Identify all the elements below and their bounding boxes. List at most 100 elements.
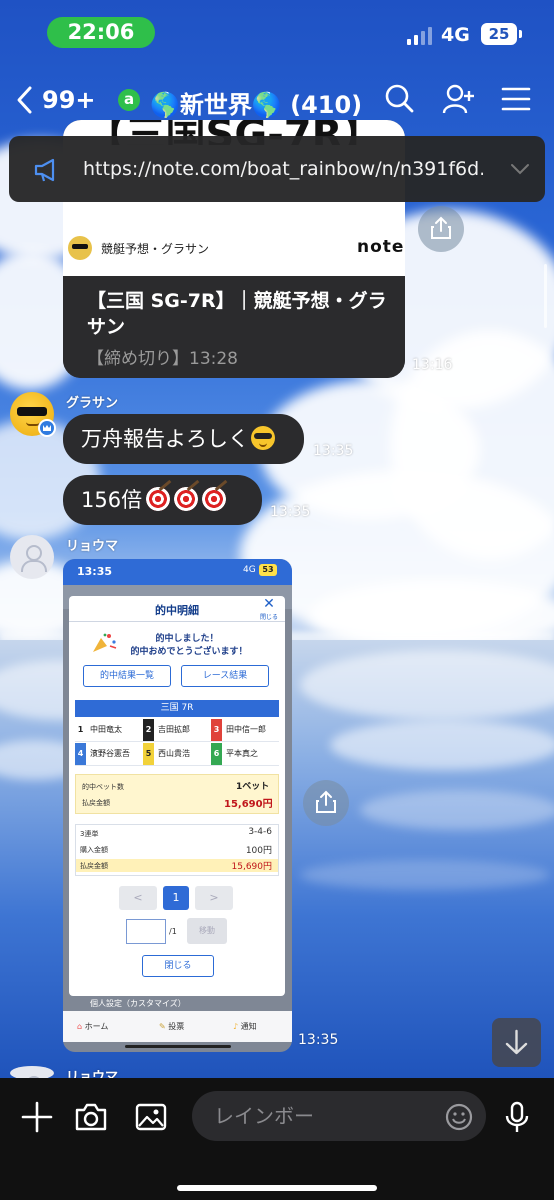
- racer-grid: 1 中田竜太 2 吉田拡郎 3 田中信一郎 4 濱野谷憲吾 5 西山貴浩 6 平本真之: [75, 719, 279, 767]
- note-logo: note: [357, 237, 405, 257]
- hit-congrats: 的中おめでとうございます！: [130, 647, 248, 657]
- sender-name: リョウマ: [66, 539, 119, 554]
- battery-tip: [519, 30, 522, 38]
- bet-detail: 3連単 3-4-6 購入金額 100円 払戻金額 15,690円: [75, 824, 279, 876]
- shot-home-indicator: [125, 1045, 231, 1048]
- message-time: 13:35: [313, 443, 354, 459]
- chevron-down-icon[interactable]: [509, 158, 531, 180]
- race-label: 三国 7R: [75, 700, 279, 717]
- racer-number: 3: [211, 719, 222, 741]
- message-time: 13:16: [412, 357, 453, 373]
- shot-status-bar: 13:35 4G 53: [63, 559, 292, 585]
- note-author-row: 競艇予想・グラサン note: [63, 225, 405, 271]
- admin-crown-icon: [38, 419, 56, 437]
- page-input: [126, 919, 166, 944]
- home-indicator: [177, 1185, 377, 1191]
- menu-icon[interactable]: [499, 82, 533, 116]
- note-subtitle: 【締め切り】13:28: [87, 349, 238, 369]
- hit-message: 的中しました！: [155, 634, 219, 644]
- shot-battery: 53: [259, 564, 277, 576]
- arrow-down-icon: [505, 1029, 528, 1055]
- shot-network: 4G: [243, 565, 256, 575]
- page-of: /1: [169, 927, 177, 936]
- message-text: 万舟報告よろしく: [81, 427, 249, 451]
- racer-cell: 5 西山貴浩: [143, 743, 211, 766]
- pager-current: 1: [163, 886, 189, 910]
- network-type: 4G: [441, 24, 470, 46]
- chat-title[interactable]: 🌎新世界🌎 (410): [150, 85, 362, 120]
- hit-detail-modal: 的中明細 ✕ 閉じる 的中しました！ 的中おめでとうございます！ 的中結果一覧 レ…: [69, 596, 285, 996]
- note-card-body: 【三国 SG-7R】｜競艇予想・グラサン 【締め切り】13:28: [63, 276, 405, 378]
- racer-name: 平本真之: [226, 749, 258, 758]
- racer-cell: 1 中田竜太: [75, 719, 143, 742]
- hit-results-button: 的中結果一覧: [83, 665, 171, 687]
- message-input-bar: [0, 1078, 554, 1200]
- racer-cell: 2 吉田拡郎: [143, 719, 211, 742]
- search-icon[interactable]: [382, 82, 416, 116]
- racer-number: 1: [75, 719, 86, 741]
- openchat-badge: a: [118, 89, 140, 111]
- pinned-url[interactable]: https://note.com/boat_rainbow/n/n391f6d.…: [83, 158, 483, 180]
- add-friend-icon[interactable]: [441, 82, 475, 116]
- racer-number: 4: [75, 743, 86, 765]
- racer-name: 吉田拡郎: [158, 725, 190, 734]
- shot-tab-bar: ⌂ ホーム ✎ 投票 ♪ 通知: [63, 1011, 292, 1042]
- share-button[interactable]: [418, 206, 464, 252]
- message-time: 13:35: [298, 1032, 339, 1048]
- party-popper-icon: [93, 633, 117, 652]
- payout-summary: 的中ベット数 1ベット 払戻金額 15,690円: [75, 774, 279, 814]
- note-author-avatar: [68, 236, 92, 260]
- status-time: 22:06: [47, 17, 155, 48]
- racer-name: 西山貴浩: [158, 749, 190, 758]
- racer-cell: 4 濱野谷憲吾: [75, 743, 143, 766]
- message-input[interactable]: [192, 1091, 486, 1141]
- image-icon[interactable]: [134, 1100, 168, 1134]
- battery-icon: 25: [481, 23, 517, 45]
- pager-next: >: [195, 886, 233, 910]
- image-message[interactable]: 13:35 4G 53 的中明細 ✕ 閉じる 的中しました！ 的中おめでとうござい…: [63, 559, 292, 1052]
- shot-time: 13:35: [77, 565, 113, 578]
- back-button[interactable]: 99+: [14, 82, 100, 118]
- back-chevron-icon: [17, 86, 32, 114]
- bullseye-emoji: [174, 487, 199, 511]
- sunglasses-emoji: [251, 426, 275, 450]
- racer-number: 5: [143, 743, 154, 765]
- share-icon: [431, 216, 451, 239]
- camera-icon[interactable]: [74, 1100, 108, 1134]
- bullseye-emoji: [146, 487, 171, 511]
- shot-custom-settings: 個人設定（カスタマイズ）: [63, 996, 292, 1011]
- bullseye-emoji: [202, 487, 227, 511]
- note-author-name: 競艇予想・グラサン: [101, 242, 210, 256]
- scrollbar[interactable]: [544, 264, 547, 328]
- unread-count: 99+: [42, 86, 96, 114]
- modal-close-button: 閉じる: [142, 955, 214, 977]
- message-bubble[interactable]: 万舟報告よろしく: [63, 414, 304, 464]
- modal-title: 的中明細: [155, 604, 199, 617]
- racer-name: 田中信一郎: [226, 725, 266, 734]
- scroll-to-bottom-button[interactable]: [492, 1018, 541, 1067]
- note-title: 【三国 SG-7R】｜競艇予想・グラサン: [87, 290, 387, 338]
- payout-value: 15,690円: [224, 799, 273, 810]
- plus-icon[interactable]: [20, 1100, 54, 1134]
- race-results-button: レース結果: [181, 665, 269, 687]
- shot-tab-notify: ♪ 通知: [233, 1022, 257, 1031]
- racer-name: 濱野谷憲吾: [90, 749, 130, 758]
- share-icon: [316, 790, 336, 813]
- racer-number: 6: [211, 743, 222, 765]
- message-text: 156倍: [81, 488, 143, 512]
- megaphone-icon: [34, 158, 55, 182]
- racer-name: 中田竜太: [90, 725, 122, 734]
- status-bar: 22:06 4G 25: [0, 0, 554, 64]
- signal-icon: [407, 27, 434, 45]
- pager-prev: <: [119, 886, 157, 910]
- shot-tab-home: ⌂ ホーム: [77, 1022, 109, 1031]
- message-time: 13:35: [270, 504, 311, 520]
- pinned-announcement[interactable]: https://note.com/boat_rainbow/n/n391f6d.…: [9, 136, 545, 202]
- message-bubble[interactable]: 156倍: [63, 475, 262, 525]
- share-button[interactable]: [303, 780, 349, 826]
- shot-tab-vote: ✎ 投票: [159, 1022, 185, 1031]
- mic-icon[interactable]: [500, 1100, 534, 1134]
- racer-cell: 3 田中信一郎: [211, 719, 279, 742]
- avatar-ryouma[interactable]: [10, 535, 54, 579]
- emoji-icon[interactable]: [445, 1103, 473, 1131]
